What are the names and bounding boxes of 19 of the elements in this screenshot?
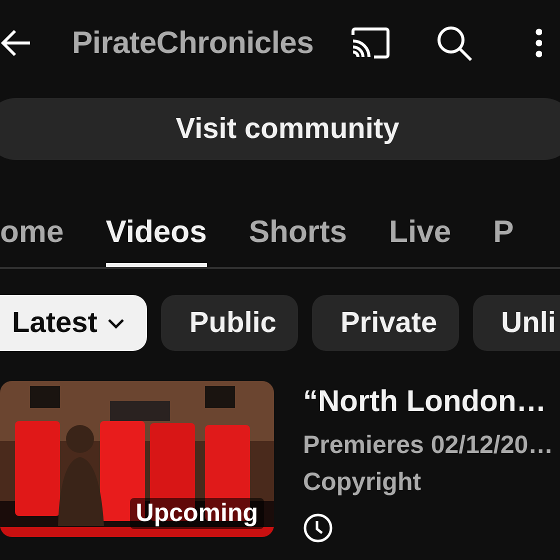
filter-chip[interactable]: Latest — [0, 295, 148, 351]
video-title[interactable]: “North London… — [303, 385, 554, 419]
back-icon[interactable] — [0, 28, 32, 58]
video-meta: Copyright — [303, 467, 422, 498]
video-meta: Premieres 02/12/20… — [303, 430, 554, 461]
search-icon[interactable] — [436, 24, 473, 62]
channel-tab[interactable]: Live — [389, 210, 452, 267]
channel-tab[interactable]: Shorts — [248, 210, 348, 267]
more-icon[interactable] — [534, 28, 542, 58]
filter-chip[interactable]: Public — [161, 295, 298, 351]
filter-chip[interactable]: Private — [312, 295, 460, 351]
status-badge: Upcoming — [130, 498, 264, 529]
channel-title: PirateChronicles — [72, 25, 314, 61]
channel-tab[interactable]: ome — [0, 210, 64, 267]
cast-icon[interactable] — [350, 27, 390, 59]
visit-community-button[interactable]: Visit community — [0, 98, 560, 160]
channel-tab[interactable]: Videos — [106, 210, 207, 267]
filter-chip[interactable]: Unli — [473, 295, 560, 351]
channel-tab[interactable]: P — [493, 210, 514, 267]
